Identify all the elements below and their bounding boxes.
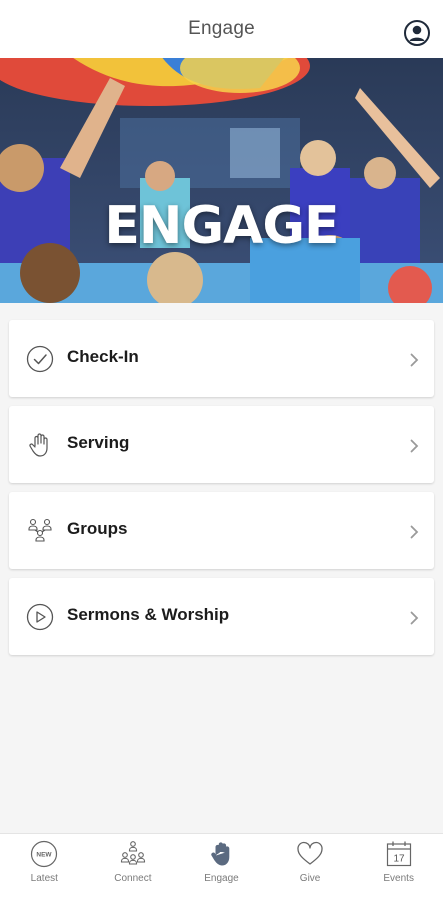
tab-label: Engage [204,873,239,884]
chevron-right-icon [410,353,419,367]
connect-people-icon [120,841,145,865]
play-circle-icon [26,603,54,631]
menu-item-label: Serving [67,433,130,452]
tab-label: Give [299,873,321,884]
tab-give[interactable]: Give [266,834,355,901]
group-people-icon [28,518,52,542]
check-circle-icon [26,345,54,373]
menu-item-label: Check-In [67,347,139,366]
hero-banner: ENGAGE [0,58,443,303]
menu-item-label: Sermons & Worship [67,605,230,624]
new-badge-icon: NEW [31,840,58,868]
bottom-tab-bar: NEW Latest Connect Engage Give 17 Events [0,833,443,901]
tab-latest[interactable]: NEW Latest [0,834,89,901]
profile-icon[interactable] [404,20,430,46]
chevron-right-icon [410,525,419,539]
chevron-right-icon [410,439,419,453]
menu-item-check-in[interactable]: Check-In [9,320,434,397]
top-header: Engage [0,0,443,58]
new-badge-text: NEW [37,852,53,859]
menu-item-serving[interactable]: Serving [9,406,434,483]
menu-item-groups[interactable]: Groups [9,492,434,569]
menu-item-label: Groups [67,519,128,538]
calendar-day-text: 17 [393,854,405,865]
tab-engage[interactable]: Engage [177,834,266,901]
tab-connect[interactable]: Connect [89,834,178,901]
raised-hand-icon [29,433,48,457]
hero-title: ENGAGE [104,196,339,256]
chevron-right-icon [410,611,419,625]
heart-icon [297,841,323,865]
tab-label: Latest [30,873,58,884]
hero-photo [0,58,443,303]
menu-item-sermons-worship[interactable]: Sermons & Worship [9,578,434,655]
calendar-icon: 17 [386,841,411,867]
page-title: Engage [188,18,255,39]
tab-label: Events [383,873,414,884]
raised-hand-icon [211,842,230,866]
tab-events[interactable]: 17 Events [354,834,443,901]
tab-label: Connect [114,873,152,884]
